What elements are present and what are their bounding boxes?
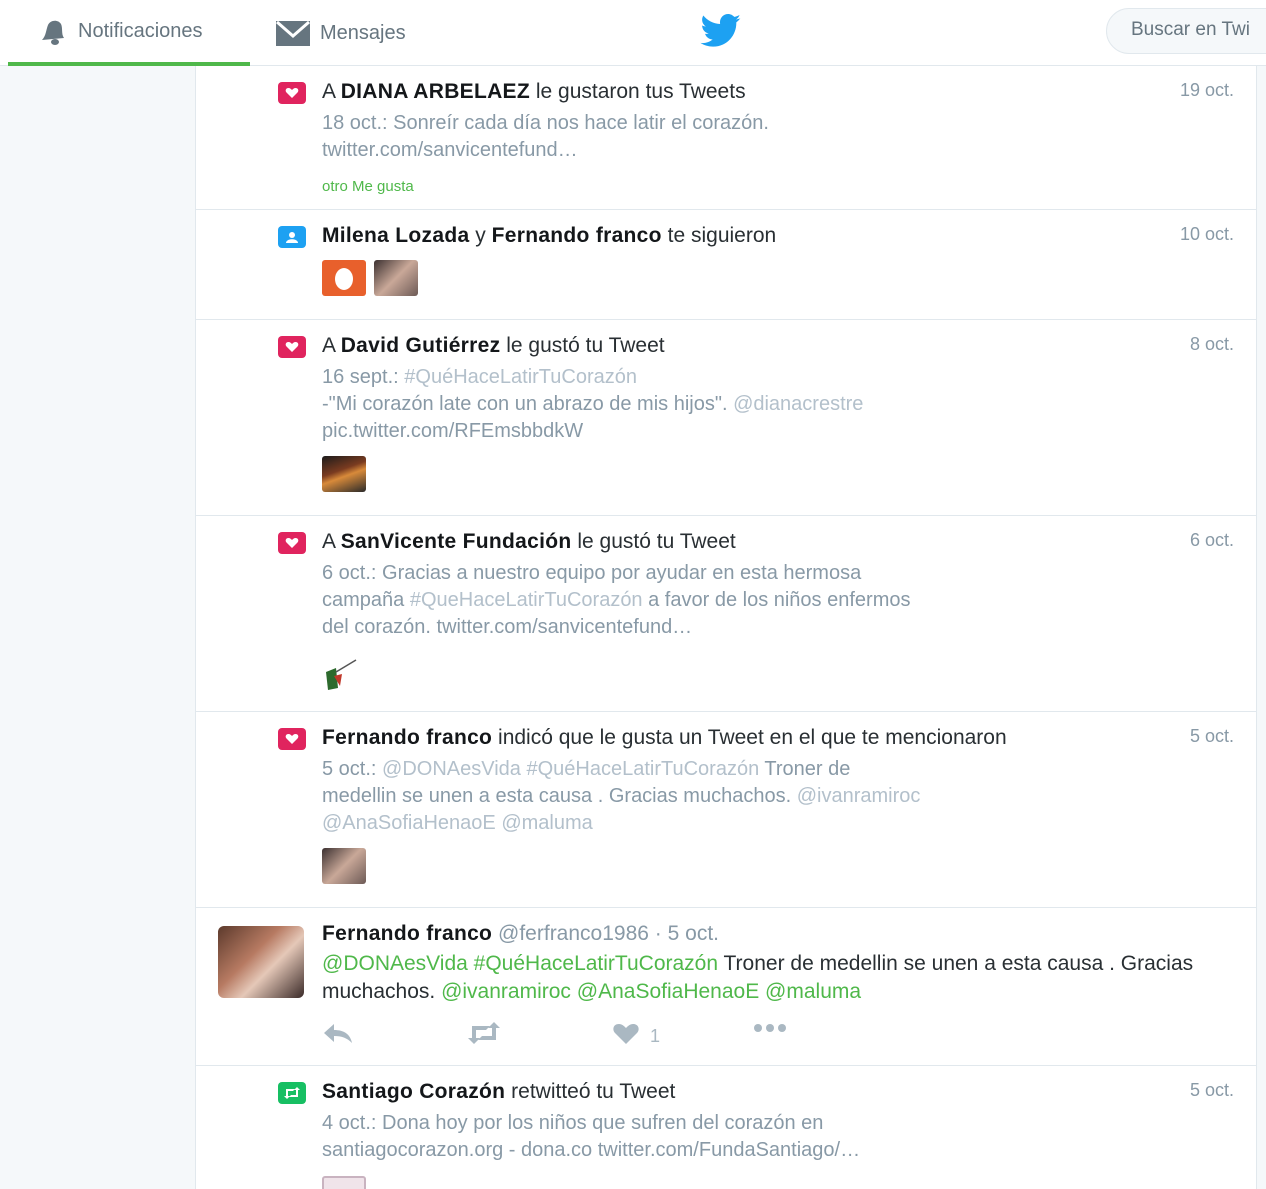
notification-item[interactable]: Milena Lozada y Fernando franco te sigui…: [196, 210, 1256, 320]
notification-item[interactable]: A SanVicente Fundación le gustó tu Tweet…: [196, 516, 1256, 712]
envelope-icon: [274, 18, 312, 48]
mention-link: @AnaSofiaHenaoE: [322, 812, 496, 834]
notification-header: A SanVicente Fundación le gustó tu Tweet: [322, 530, 736, 553]
tweet-preview[interactable]: 16 sept.: #QuéHaceLatirTuCorazón -"Mi co…: [322, 364, 863, 445]
mention-link: @DONAesVida: [382, 758, 521, 780]
user-name-link[interactable]: Fernando franco: [322, 726, 492, 749]
mention-link[interactable]: @ivanramiroc: [441, 980, 571, 1003]
tweet-handle[interactable]: @ferfranco1986: [498, 922, 649, 945]
heart-icon: [278, 532, 306, 554]
nav-notifications-label: Notificaciones: [78, 19, 203, 42]
notification-time: 10 oct.: [1179, 224, 1234, 244]
notification-time: 5 oct.: [1189, 1080, 1234, 1100]
reply-icon[interactable]: [322, 1022, 354, 1044]
other-likes-link[interactable]: otro Me gusta: [322, 178, 414, 195]
notification-time: 8 oct.: [1189, 334, 1234, 354]
search-input[interactable]: Buscar en Twi: [1106, 8, 1266, 54]
heart-icon: [278, 728, 306, 750]
mention-link: @ivanramiroc: [796, 785, 921, 807]
heart-icon: [278, 82, 306, 104]
media-thumbnail[interactable]: [322, 1176, 366, 1189]
more-options-icon[interactable]: [752, 1022, 788, 1034]
notification-item[interactable]: A David Gutiérrez le gustó tu Tweet 8 oc…: [196, 320, 1256, 516]
retweet-badge-icon: [278, 1082, 306, 1104]
mention-link[interactable]: @AnaSofiaHenaoE: [577, 980, 759, 1003]
mention-link: @dianacrestre: [733, 393, 864, 415]
avatar[interactable]: [218, 926, 304, 998]
notifications-stream: A DIANA ARBELAEZ le gustaron tus Tweets …: [195, 66, 1257, 1189]
left-gutter: [8, 66, 196, 1189]
hashtag-link: #QuéHaceLatirTuCorazón: [404, 366, 637, 388]
tweet-actions: 1: [322, 1022, 822, 1052]
mention-link: @maluma: [501, 812, 593, 834]
heart-outline-icon: [612, 1022, 640, 1051]
mention-link[interactable]: @DONAesVida: [322, 952, 468, 975]
tweet-preview[interactable]: 4 oct.: Dona hoy por los niños que sufre…: [322, 1110, 860, 1164]
tweet-time[interactable]: 5 oct.: [668, 922, 719, 945]
notification-item[interactable]: Fernando franco indicó que le gusta un T…: [196, 712, 1256, 908]
tweet-preview[interactable]: 18 oct.: Sonreír cada día nos hace latir…: [322, 110, 769, 164]
nav-messages-tab[interactable]: Mensajes: [274, 0, 406, 66]
notification-item[interactable]: A DIANA ARBELAEZ le gustaron tus Tweets …: [196, 66, 1256, 210]
notification-time: 5 oct.: [1189, 726, 1234, 746]
tweet-text: @DONAesVida #QuéHaceLatirTuCorazón Trone…: [322, 952, 1194, 1003]
hashtag-link: #QuéHaceLatirTuCorazón: [526, 758, 760, 780]
user-name-link[interactable]: SanVicente Fundación: [341, 530, 572, 553]
follower-avatar[interactable]: [374, 260, 418, 296]
follower-avatar[interactable]: [322, 260, 366, 296]
notification-header: A DIANA ARBELAEZ le gustaron tus Tweets: [322, 80, 746, 103]
bell-icon: [36, 16, 70, 46]
media-thumbnail[interactable]: [322, 848, 366, 884]
user-name-link[interactable]: Fernando franco: [492, 224, 662, 247]
notification-header: A David Gutiérrez le gustó tu Tweet: [322, 334, 665, 357]
heart-icon: [278, 336, 306, 358]
search-placeholder: Buscar en Twi: [1131, 19, 1250, 40]
notification-header: Fernando franco indicó que le gusta un T…: [322, 726, 1007, 749]
notification-header: Milena Lozada y Fernando franco te sigui…: [322, 224, 777, 247]
tweet-header: Fernando franco @ferfranco1986 · 5 oct.: [322, 922, 719, 945]
tweet-preview[interactable]: 6 oct.: Gracias a nuestro equipo por ayu…: [322, 560, 910, 641]
hashtag-link: #QueHaceLatirTuCorazón: [409, 589, 643, 611]
tweet-card[interactable]: Fernando franco @ferfranco1986 · 5 oct. …: [196, 908, 1256, 1066]
person-icon: [278, 226, 306, 248]
hashtag-link[interactable]: #QuéHaceLatirTuCorazón: [474, 952, 718, 975]
nav-notifications-tab[interactable]: Notificaciones: [8, 0, 250, 66]
like-count: 1: [650, 1026, 661, 1046]
user-name-link[interactable]: David Gutiérrez: [341, 334, 501, 357]
media-thumbnail[interactable]: [322, 658, 358, 694]
media-thumbnail[interactable]: [322, 456, 366, 492]
like-button[interactable]: 1: [612, 1022, 660, 1051]
nav-messages-label: Mensajes: [320, 21, 406, 44]
notification-time: 6 oct.: [1189, 530, 1234, 550]
user-name-link[interactable]: DIANA ARBELAEZ: [341, 80, 530, 103]
user-name-link[interactable]: Milena Lozada: [322, 224, 469, 247]
tweet-author-name[interactable]: Fernando franco: [322, 922, 492, 945]
notification-time: 19 oct.: [1179, 80, 1234, 100]
notification-item[interactable]: Santiago Corazón retwitteó tu Tweet 5 oc…: [196, 1066, 1256, 1189]
notification-header: Santiago Corazón retwitteó tu Tweet: [322, 1080, 676, 1103]
mention-link[interactable]: @maluma: [765, 980, 861, 1003]
twitter-bird-logo[interactable]: [700, 14, 742, 53]
user-name-link[interactable]: Santiago Corazón: [322, 1080, 505, 1103]
retweet-icon[interactable]: [466, 1022, 502, 1044]
top-navigation-bar: Notificaciones Mensajes Buscar en Twi: [0, 0, 1266, 66]
tweet-preview[interactable]: 5 oct.: @DONAesVida #QuéHaceLatirTuCoraz…: [322, 756, 920, 837]
